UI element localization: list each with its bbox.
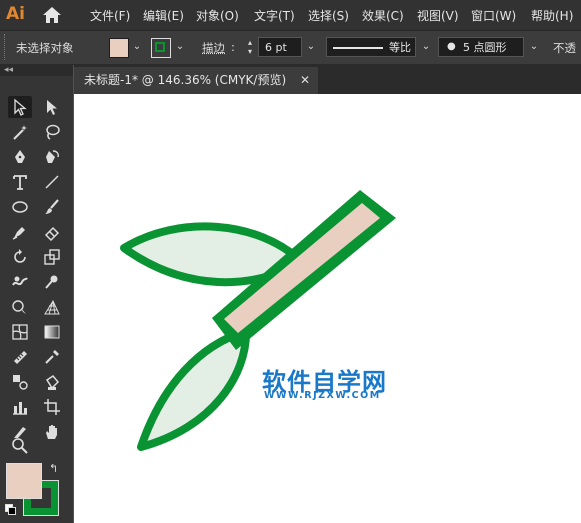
artwork[interactable] xyxy=(0,0,581,523)
lower-leaf xyxy=(137,327,251,451)
watermark-url: WWW.RJZXW.COM xyxy=(264,390,381,401)
